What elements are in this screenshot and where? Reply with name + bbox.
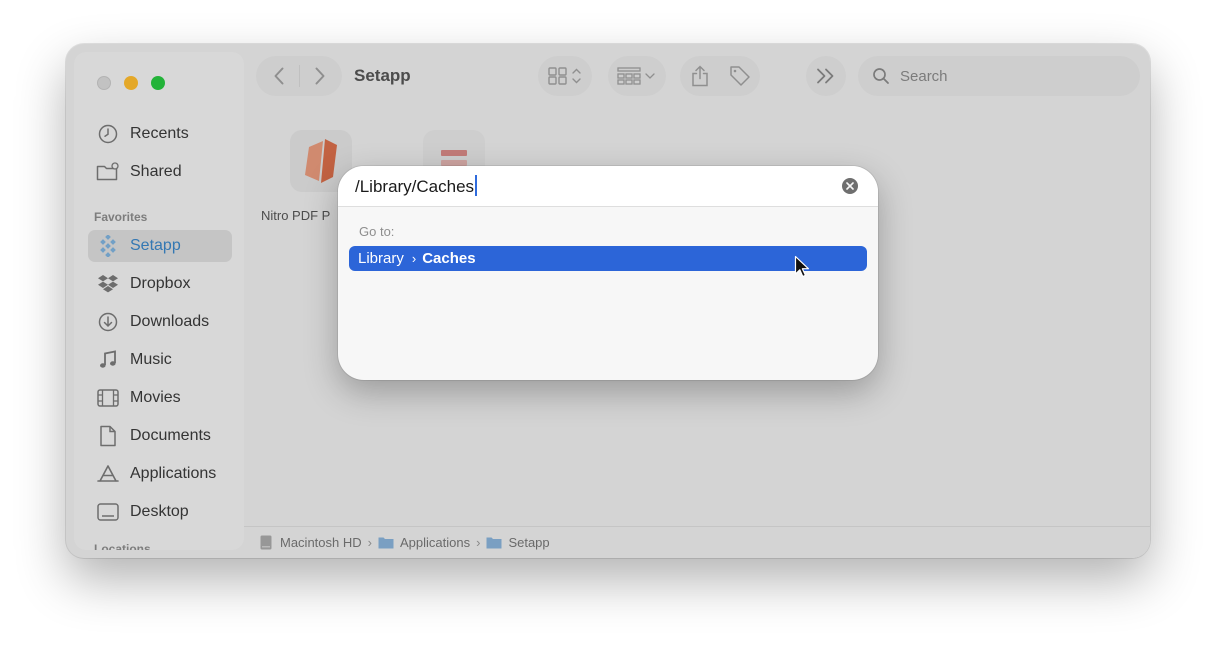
suggestion-parent: Library: [358, 250, 404, 267]
hard-drive-icon: [260, 535, 272, 550]
sidebar-item-label: Shared: [130, 163, 182, 180]
sidebar-item-movies[interactable]: Movies: [88, 382, 232, 414]
chevron-right-icon: [315, 67, 324, 85]
sidebar-item-downloads[interactable]: Downloads: [88, 306, 232, 338]
sidebar-item-label: Applications: [130, 465, 217, 482]
path-input-value: /Library/Caches: [355, 177, 475, 196]
sidebar-item-music[interactable]: Music: [88, 344, 232, 376]
folder-icon: [378, 537, 394, 549]
group-button[interactable]: [608, 56, 666, 96]
path-label: Applications: [399, 535, 471, 550]
share-icon[interactable]: [680, 65, 720, 87]
close-icon: [846, 182, 854, 190]
path-segment[interactable]: Macintosh HD: [260, 535, 362, 550]
view-mode-button[interactable]: [538, 56, 592, 96]
shared-folder-icon: [96, 160, 120, 184]
document-icon: [96, 424, 120, 448]
sidebar-item-setapp[interactable]: Setapp: [88, 230, 232, 262]
tag-icon[interactable]: [720, 65, 760, 87]
sidebar-item-dropbox[interactable]: Dropbox: [88, 268, 232, 300]
text-caret: [475, 175, 478, 196]
applications-icon: [96, 462, 120, 486]
locations-heading: Locations: [94, 542, 151, 550]
favorites-heading: Favorites: [94, 210, 148, 224]
mouse-pointer-icon: [794, 255, 809, 278]
share-tag-group: [680, 56, 760, 96]
path-suggestion-row[interactable]: Library › Caches: [349, 246, 867, 271]
path-segment[interactable]: Setapp: [486, 535, 550, 550]
film-icon: [96, 386, 120, 410]
music-note-icon: [96, 348, 120, 372]
file-label: Nitro PDF P: [261, 208, 331, 223]
sidebar-item-recents[interactable]: Recents: [88, 118, 232, 150]
forward-button[interactable]: [300, 67, 340, 85]
clock-icon: [96, 122, 120, 146]
sidebar-item-desktop[interactable]: Desktop: [88, 496, 232, 528]
chevron-left-icon: [274, 67, 283, 85]
clear-input-button[interactable]: [842, 178, 858, 194]
go-to-section-label: Go to:: [359, 224, 395, 239]
search-icon: [873, 68, 889, 84]
more-toolbar-button[interactable]: [806, 56, 846, 96]
back-button[interactable]: [259, 67, 299, 85]
path-segment[interactable]: Applications: [378, 535, 470, 550]
search-placeholder: Search: [900, 67, 948, 85]
double-chevron-right-icon: [817, 68, 834, 84]
path-label: Setapp: [508, 535, 550, 550]
grid-view-icon: [548, 67, 581, 85]
suggestion-child: Caches: [422, 250, 476, 267]
close-window-button[interactable]: [97, 76, 111, 90]
sidebar-item-applications[interactable]: Applications: [88, 458, 232, 490]
sidebar-item-label: Recents: [130, 125, 189, 142]
sidebar-item-label: Movies: [130, 389, 181, 406]
sidebar-item-label: Dropbox: [130, 275, 191, 292]
path-label: Macintosh HD: [280, 535, 362, 550]
folder-icon: [486, 537, 502, 549]
download-icon: [96, 310, 120, 334]
search-field[interactable]: Search: [858, 56, 1140, 96]
sidebar-item-label: Downloads: [130, 313, 210, 330]
path-separator: ›: [367, 535, 372, 550]
desktop-icon: [96, 500, 120, 524]
setapp-icon: [96, 234, 120, 258]
sidebar-item-shared[interactable]: Shared: [88, 156, 232, 188]
dropbox-icon: [96, 272, 120, 296]
sidebar: Recents Shared Favorites Setapp Dropbox: [74, 52, 244, 550]
path-separator: ›: [476, 535, 481, 550]
sidebar-item-documents[interactable]: Documents: [88, 420, 232, 452]
window-title: Setapp: [354, 66, 411, 85]
minimize-window-button[interactable]: [124, 76, 138, 90]
nitro-pdf-app-icon: [305, 139, 337, 183]
maximize-window-button[interactable]: [151, 76, 165, 90]
path-bar: Macintosh HD › Applications › Setapp: [244, 526, 1150, 558]
sidebar-item-label: Desktop: [130, 503, 189, 520]
nav-buttons: [256, 56, 342, 96]
chevron-right-icon: ›: [411, 251, 417, 266]
group-by-icon: [617, 67, 655, 85]
sidebar-item-label: Setapp: [130, 237, 181, 254]
sidebar-item-label: Documents: [130, 427, 211, 444]
sidebar-item-label: Music: [130, 351, 172, 368]
path-input[interactable]: /Library/Caches: [338, 166, 878, 207]
